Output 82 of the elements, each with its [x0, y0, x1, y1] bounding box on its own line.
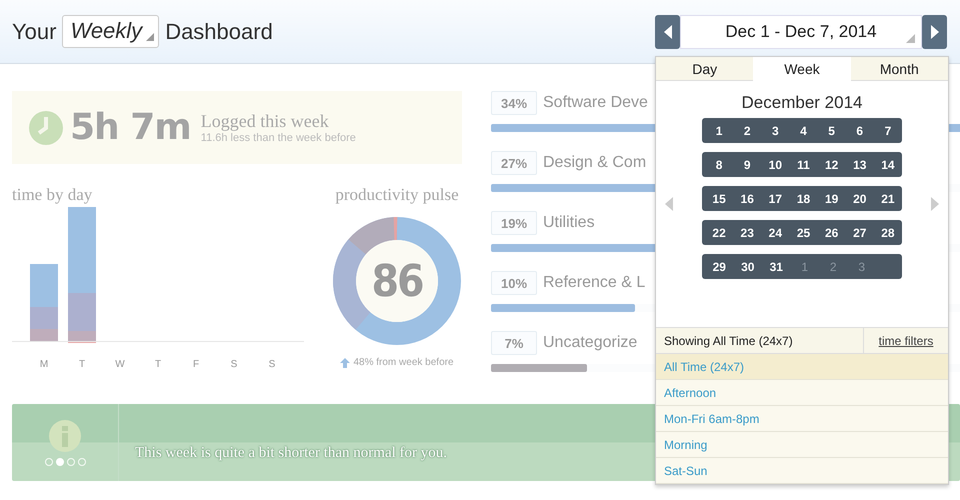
- percent-badge: 27%: [491, 151, 537, 175]
- month-title: December 2014: [742, 93, 862, 113]
- calendar-day: 17: [761, 192, 790, 206]
- day-label: S: [268, 359, 276, 370]
- percent-badge: 34%: [491, 91, 537, 115]
- arrow-up-icon: [340, 358, 350, 368]
- page-dot[interactable]: [44, 458, 52, 466]
- dropdown-corner-icon: [146, 33, 154, 41]
- calendar-day: 23: [733, 226, 762, 240]
- calendar-day: 9: [733, 158, 762, 172]
- page-dot[interactable]: [78, 458, 86, 466]
- week-row[interactable]: 15 16 17 18 19 20 21: [702, 186, 902, 211]
- calendar-day: 26: [818, 226, 846, 240]
- week-row[interactable]: 8 9 10 11 12 13 14: [702, 152, 902, 177]
- calendar-day: 7: [874, 124, 902, 138]
- title-text: Dashboard: [165, 18, 273, 44]
- calendar-day: 5: [818, 124, 846, 138]
- banner-message: This week is quite a bit shorter than normal for you.: [135, 445, 448, 462]
- chart-title: time by day: [12, 185, 94, 205]
- pulse-change: 48% from week before: [353, 357, 454, 368]
- week-row[interactable]: 1 2 3 4 5 6 7: [702, 118, 902, 143]
- calendar-day: 1: [705, 124, 734, 138]
- calendar-day: 2: [733, 124, 762, 138]
- dropdown-corner-icon: [906, 34, 915, 42]
- calendar-day: 21: [874, 192, 902, 206]
- calendar-day: 31: [762, 260, 790, 274]
- calendar-day: 4: [789, 124, 818, 138]
- time-filters-link[interactable]: time filters: [864, 328, 948, 353]
- title-text: Your: [12, 18, 56, 44]
- day-label: F: [192, 359, 200, 370]
- calendar-day: 6: [846, 124, 874, 138]
- day-label: S: [230, 359, 238, 370]
- week-row[interactable]: 29 30 31 1 2 3: [702, 254, 902, 279]
- calendar-day: 27: [846, 226, 874, 240]
- calendar-day: 30: [734, 260, 762, 274]
- calendar-day: 15: [705, 192, 734, 206]
- percent-badge: 10%: [491, 271, 537, 295]
- calendar-day: 28: [874, 226, 902, 240]
- calendar-day: 16: [733, 192, 762, 206]
- day-label: T: [154, 359, 162, 370]
- period-select[interactable]: Weekly: [62, 15, 160, 48]
- logged-note: 11.6h less than the week before: [200, 132, 356, 144]
- previous-button[interactable]: [655, 14, 680, 48]
- logged-label: Logged this week: [200, 111, 330, 132]
- calendar-day: 3: [848, 260, 876, 274]
- period-tab[interactable]: Day: [656, 57, 754, 81]
- day-label: T: [78, 359, 86, 370]
- arrow-right-icon: [930, 24, 940, 40]
- calendar-day: 8: [705, 158, 734, 172]
- total-time: 5h 7m: [70, 107, 191, 148]
- showing-label: Showing All Time (24x7): [656, 328, 864, 353]
- pulse-score: 86: [371, 256, 423, 306]
- calendar-day: 22: [705, 226, 734, 240]
- next-month-icon[interactable]: [930, 196, 940, 212]
- page-dot[interactable]: [66, 458, 74, 466]
- previous-month-icon[interactable]: [664, 196, 674, 212]
- percent-badge: 19%: [491, 211, 537, 235]
- calendar-day: 11: [789, 158, 818, 172]
- calendar-day: 13: [846, 158, 874, 172]
- calendar-day: 19: [818, 192, 846, 206]
- calendar-day: 14: [874, 158, 902, 172]
- next-button[interactable]: [922, 14, 947, 48]
- calendar-day: 3: [761, 124, 790, 138]
- date-range-select[interactable]: Dec 1 - Dec 7, 2014: [680, 14, 922, 48]
- calendar-day: 12: [818, 158, 846, 172]
- week-row[interactable]: 22 23 24 25 26 27 28: [702, 220, 902, 245]
- day-label: M: [38, 359, 50, 370]
- period-tab[interactable]: Month: [850, 57, 948, 81]
- percent-badge: 7%: [491, 331, 537, 355]
- calendar-day: 24: [761, 226, 790, 240]
- calendar-day: 25: [789, 226, 818, 240]
- calendar-day: 18: [789, 192, 818, 206]
- calendar-day: 20: [846, 192, 874, 206]
- day-label: W: [114, 359, 126, 370]
- calendar-day: 10: [761, 158, 790, 172]
- chart-title: productivity pulse: [335, 185, 459, 205]
- calendar-day: 29: [705, 260, 734, 274]
- arrow-left-icon: [662, 24, 672, 40]
- calendar-day: 1: [790, 260, 819, 274]
- info-icon: [49, 420, 81, 452]
- clock-icon: [28, 110, 64, 146]
- calendar-day: 2: [819, 260, 848, 274]
